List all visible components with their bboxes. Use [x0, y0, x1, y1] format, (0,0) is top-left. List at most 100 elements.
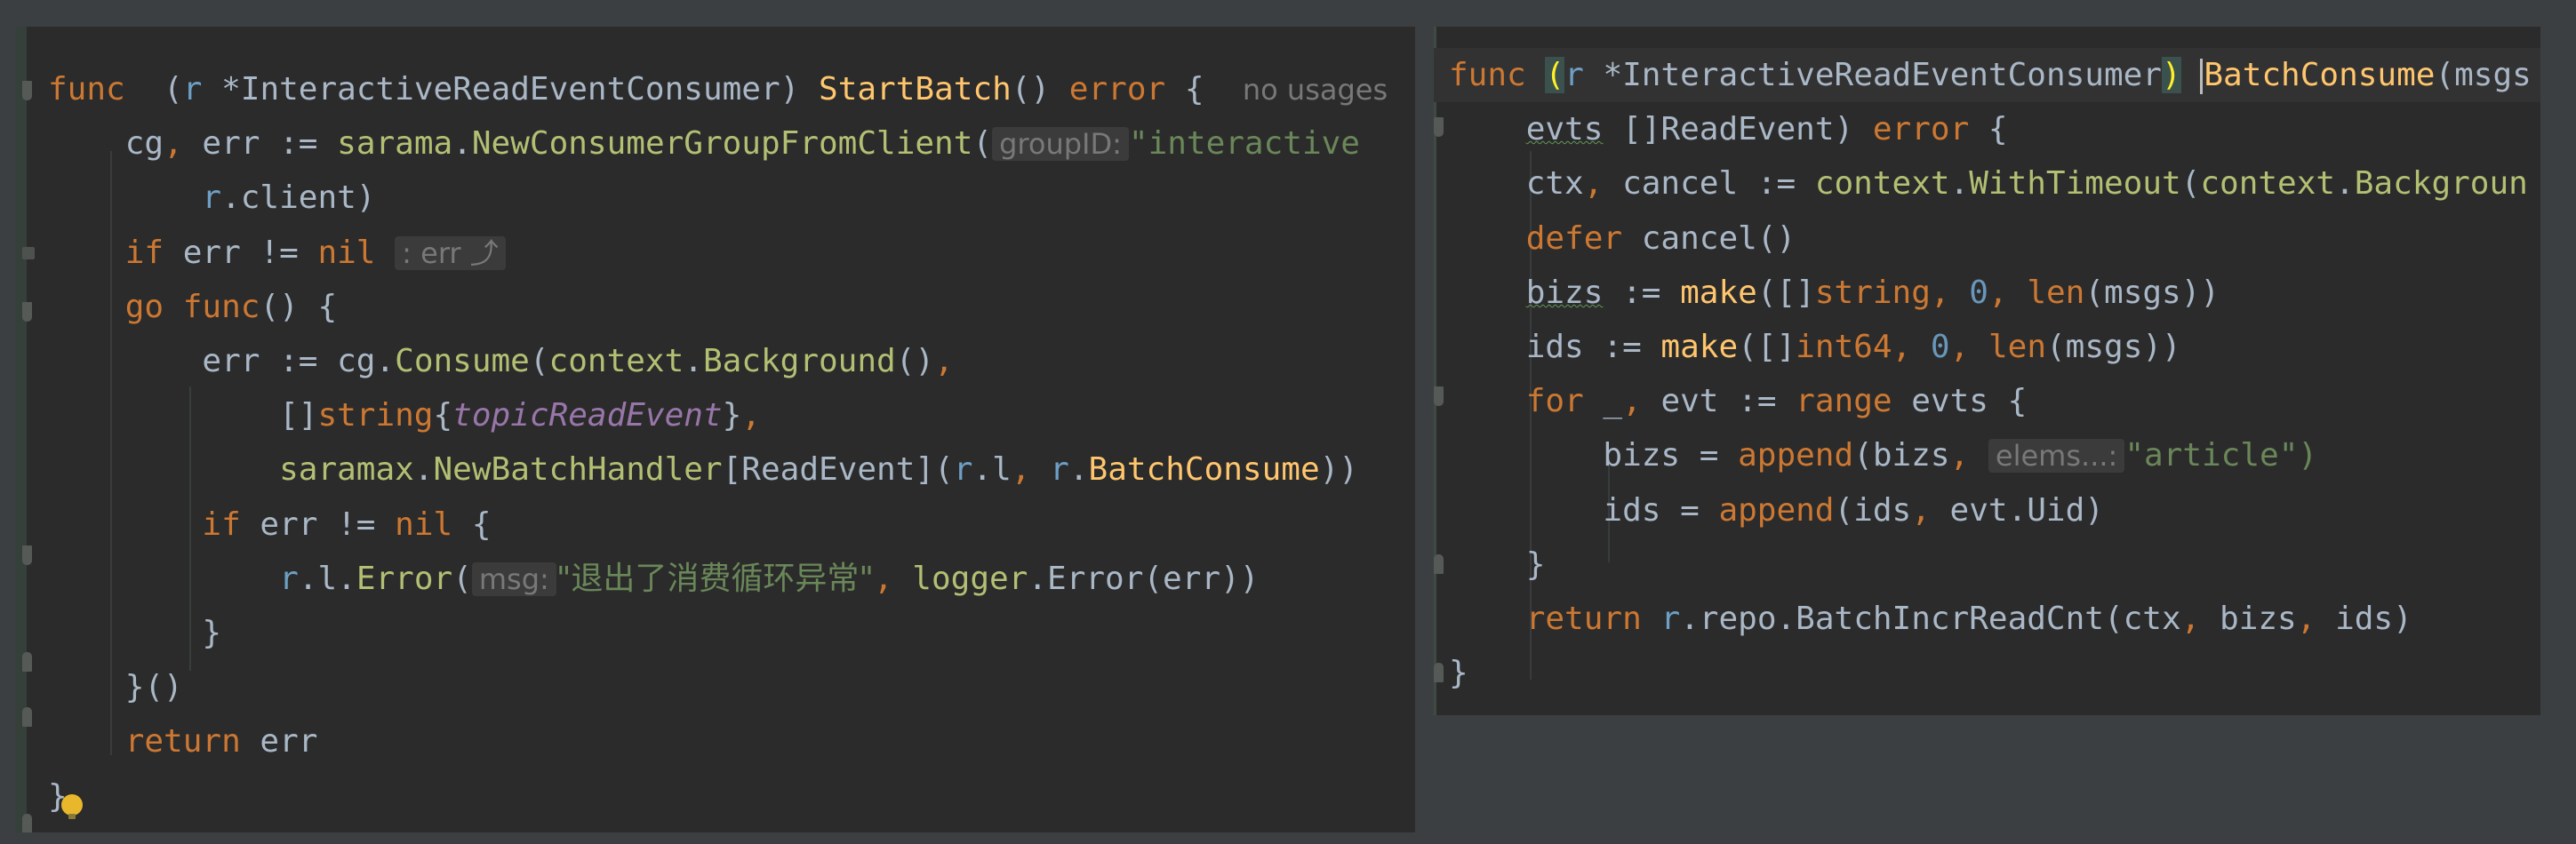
code-line[interactable]: cg, err := sarama.NewConsumerGroupFromCl…: [15, 116, 1360, 171]
code-token: }: [1449, 655, 1468, 692]
code-line[interactable]: if err != nil : err ⤴: [15, 226, 506, 280]
code-token: BatchConsume: [1088, 451, 1320, 489]
fold-marker-icon[interactable]: [1434, 386, 1444, 406]
code-line[interactable]: r.l.Error(msg: "退出了消费循环异常", logger.Error(…: [15, 552, 1259, 606]
code-token: .: [684, 343, 703, 379]
code-line[interactable]: ctx, cancel := context.WithTimeout(conte…: [1434, 156, 2528, 211]
code-token: {: [452, 506, 492, 543]
code-token: () {: [260, 288, 338, 325]
code-token: int64: [1796, 329, 1892, 365]
code-line[interactable]: ids := make([]int64, 0, len(msgs)): [1434, 320, 2181, 374]
code-token: [: [722, 451, 742, 489]
code-token: ,: [1911, 491, 1931, 529]
code-line[interactable]: return r.repo.BatchIncrReadCnt(ctx, bizs…: [1434, 592, 2412, 646]
code-line[interactable]: r.client): [15, 171, 375, 225]
code-token: sarama: [337, 125, 453, 163]
code-token: (: [2180, 165, 2201, 203]
code-line[interactable]: defer cancel(): [1434, 211, 1796, 266]
code-token: return: [124, 723, 241, 760]
fold-marker-icon[interactable]: [1434, 554, 1444, 574]
code-token: .: [452, 125, 472, 163]
string-literal: "退出了消费循环异常": [556, 560, 874, 597]
code-token: ,: [164, 125, 183, 163]
code-token: bizs: [1525, 274, 1604, 311]
code-token: make: [1660, 329, 1739, 365]
code-token: string: [1814, 274, 1931, 311]
left-code-editor[interactable]: func (r *InteractiveReadEventConsumer) S…: [15, 27, 1415, 832]
code-line[interactable]: err := cg.Consume(context.Background(),: [15, 334, 954, 388]
code-token: (): [895, 343, 935, 379]
lightbulb-icon[interactable]: [61, 794, 83, 819]
code-token: ids): [2316, 601, 2412, 637]
fold-marker-icon[interactable]: [1434, 117, 1444, 137]
usages-hint[interactable]: no usages: [1243, 73, 1388, 107]
code-line[interactable]: func (r *InteractiveReadEventConsumer) S…: [15, 62, 1388, 116]
code-line[interactable]: }: [1434, 537, 1546, 592]
code-token: ,: [1949, 329, 1970, 365]
code-line[interactable]: evts []ReadEvent) error {: [1434, 102, 2008, 156]
code-token: r: [1050, 451, 1069, 489]
code-token: nil: [395, 506, 453, 543]
folded-err-hint[interactable]: : err ⤴: [395, 235, 506, 270]
code-token: r: [1564, 57, 1584, 93]
code-token: ,: [2180, 601, 2201, 637]
fold-marker-icon[interactable]: [22, 814, 32, 832]
fold-marker-icon[interactable]: [1434, 663, 1444, 682]
code-token: ids =: [1449, 491, 1719, 529]
fold-marker-icon[interactable]: [22, 302, 32, 322]
fold-marker-icon[interactable]: [22, 247, 35, 259]
code-token: []: [48, 397, 318, 434]
fold-marker-icon[interactable]: [22, 545, 32, 565]
code-token: range: [1796, 383, 1892, 420]
code-token: }: [722, 397, 742, 434]
code-token: if: [124, 234, 164, 271]
code-token: ,: [1949, 437, 1970, 474]
code-token: Backgroun: [2354, 165, 2528, 203]
code-token: (: [124, 71, 183, 107]
code-token: len: [2027, 274, 2085, 311]
right-code-editor[interactable]: func (r *InteractiveReadEventConsumer) B…: [1434, 27, 2540, 715]
code-line[interactable]: []string{topicReadEvent},: [15, 388, 761, 442]
code-token: ,: [934, 343, 954, 379]
code-token: bizs: [2200, 601, 2297, 637]
code-token: 0: [1930, 329, 1950, 365]
param-hint-elems: elems...:: [1988, 439, 2125, 474]
fold-marker-icon[interactable]: [22, 652, 32, 672]
code-line[interactable]: }(): [15, 660, 183, 714]
code-token: r: [202, 179, 222, 217]
code-line[interactable]: if err != nil {: [15, 498, 492, 552]
code-token: cancel :=: [1603, 165, 1815, 203]
code-line[interactable]: return err: [15, 714, 318, 768]
code-line[interactable]: go func() {: [15, 280, 337, 334]
code-token: .: [1949, 165, 1970, 203]
code-token: append: [1718, 491, 1835, 529]
code-line[interactable]: bizs = append(bizs, elems...: "article"): [1434, 428, 2317, 482]
fold-marker-icon[interactable]: [22, 81, 32, 100]
code-line[interactable]: saramax.NewBatchHandler[ReadEvent](r.l, …: [15, 442, 1358, 497]
code-token: error: [1068, 71, 1166, 107]
code-line[interactable]: func (r *InteractiveReadEventConsumer) B…: [1434, 48, 2540, 102]
code-line[interactable]: for _, evt := range evts {: [1434, 374, 2028, 428]
fold-marker-icon[interactable]: [22, 707, 32, 727]
code-token: (ids: [1834, 491, 1912, 529]
code-token: logger: [912, 560, 1028, 597]
code-token: return: [1525, 601, 1642, 637]
code-line[interactable]: bizs := make([]string, 0, len(msgs)): [1434, 266, 2220, 320]
code-token: r: [1660, 601, 1681, 637]
code-token: (): [1011, 71, 1069, 107]
code-token: {: [1165, 71, 1243, 107]
code-line[interactable]: }: [15, 606, 221, 660]
code-token: (msgs: [2435, 57, 2532, 93]
code-token: ctx: [1449, 165, 1584, 203]
code-token: ,: [873, 560, 913, 597]
code-line[interactable]: ids = append(ids, evt.Uid): [1434, 483, 2104, 537]
